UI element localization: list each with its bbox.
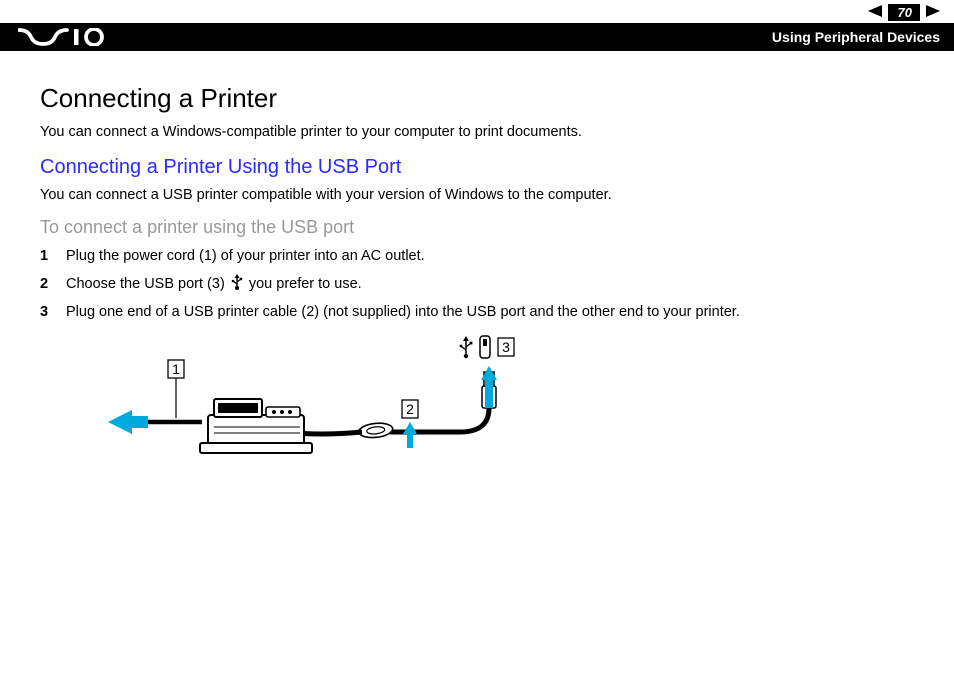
connection-diagram: 3 [90, 332, 914, 487]
step-item: 3 Plug one end of a USB printer cable (2… [40, 304, 914, 320]
usb-icon [231, 274, 243, 294]
arrow-left-icon [108, 410, 148, 434]
header-bar: Using Peripheral Devices [0, 23, 954, 51]
vaio-logo-icon [18, 28, 108, 46]
diagram-label-3: 3 [502, 339, 510, 355]
page-title: Connecting a Printer [40, 83, 914, 114]
procedure-heading: To connect a printer using the USB port [40, 217, 914, 238]
usb-port-icon [480, 336, 490, 358]
arrow-up-small-icon [403, 422, 417, 448]
subsection-title: Connecting a Printer Using the USB Port [40, 156, 914, 179]
diagram-label-1: 1 [172, 361, 180, 377]
subsection-intro: You can connect a USB printer compatible… [40, 187, 914, 203]
step-text: Choose the USB port (3) you prefer to us… [66, 274, 362, 294]
intro-text: You can connect a Windows-compatible pri… [40, 124, 914, 140]
page-content: Connecting a Printer You can connect a W… [0, 51, 954, 487]
step-item: 2 Choose the USB port (3) you prefer to … [40, 274, 914, 294]
next-page-arrow-icon[interactable] [926, 5, 940, 20]
cable-connector-icon [358, 422, 393, 439]
steps-list: 1 Plug the power cord (1) of your printe… [40, 248, 914, 320]
step-number: 1 [40, 248, 66, 264]
top-nav: 70 [0, 0, 954, 23]
prev-page-arrow-icon[interactable] [868, 5, 882, 20]
step-text: Plug one end of a USB printer cable (2) … [66, 304, 740, 320]
usb-symbol-icon [460, 336, 473, 358]
section-label: Using Peripheral Devices [772, 29, 940, 45]
step-item: 1 Plug the power cord (1) of your printe… [40, 248, 914, 264]
page-number-badge: 70 [888, 4, 920, 21]
step-number: 2 [40, 276, 66, 292]
step-number: 3 [40, 304, 66, 320]
printer-icon [200, 399, 312, 453]
diagram-label-2: 2 [406, 401, 414, 417]
step-text: Plug the power cord (1) of your printer … [66, 248, 425, 264]
